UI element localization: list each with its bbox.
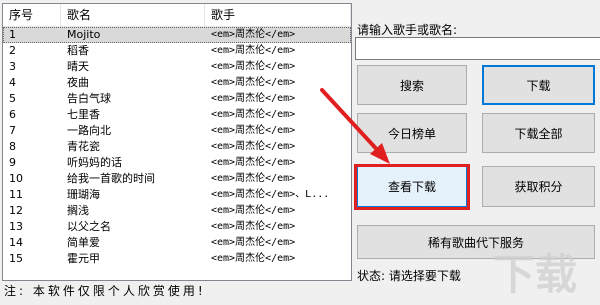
watermark-logo: 下载 xyxy=(492,250,577,299)
